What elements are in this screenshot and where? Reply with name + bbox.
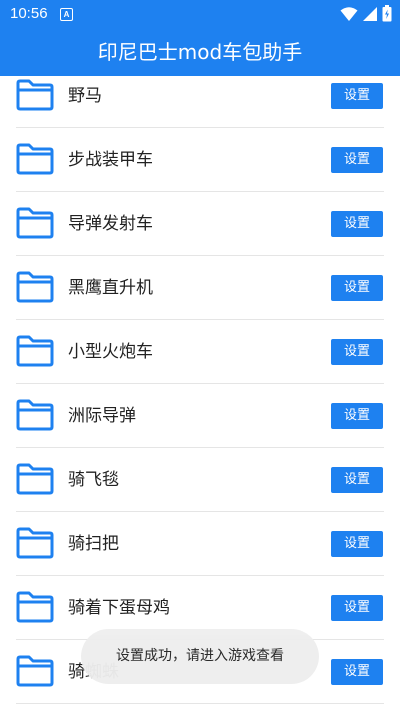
list-item-label: 骑着下蛋母鸡 — [68, 598, 170, 618]
app-bar: 10:56 A 印尼巴士mod车包助手 — [0, 0, 400, 76]
list-item-label: 骑扫把 — [68, 534, 119, 554]
list-item-label: 野马 — [68, 86, 102, 106]
vehicle-list-content: 野马 设置 步战装甲车 设置 导弹发射车 设置 黑鹰直升机 设置 小型火炮车 设… — [0, 76, 400, 704]
list-item: 野马 设置 — [0, 76, 400, 128]
folder-icon — [16, 271, 54, 303]
divider — [16, 703, 384, 704]
toast-message: 设置成功，请进入游戏查看 — [81, 629, 319, 684]
folder-icon — [16, 79, 54, 111]
set-button[interactable]: 设置 — [331, 83, 383, 109]
set-button[interactable]: 设置 — [331, 339, 383, 365]
notification-icon: A — [60, 8, 73, 21]
list-item-label: 导弹发射车 — [68, 214, 153, 234]
list-item-label: 步战装甲车 — [68, 150, 153, 170]
folder-icon — [16, 463, 54, 495]
folder-icon — [16, 207, 54, 239]
app-title: 印尼巴士mod车包助手 — [97, 40, 303, 64]
set-button[interactable]: 设置 — [331, 595, 383, 621]
vehicle-list[interactable]: 野马 设置 步战装甲车 设置 导弹发射车 设置 黑鹰直升机 设置 小型火炮车 设… — [0, 76, 400, 711]
folder-icon — [16, 143, 54, 175]
status-bar: 10:56 A — [0, 0, 400, 28]
folder-icon — [16, 527, 54, 559]
list-item: 小型火炮车 设置 — [0, 320, 400, 384]
folder-icon — [16, 399, 54, 431]
folder-icon — [16, 591, 54, 623]
set-button[interactable]: 设置 — [331, 659, 383, 685]
set-button[interactable]: 设置 — [331, 467, 383, 493]
list-item-label: 骑飞毯 — [68, 470, 119, 490]
folder-icon — [16, 655, 54, 687]
signal-icon — [363, 7, 377, 21]
set-button[interactable]: 设置 — [331, 211, 383, 237]
list-item: 骑扫把 设置 — [0, 512, 400, 576]
list-item: 导弹发射车 设置 — [0, 192, 400, 256]
list-item: 骑飞毯 设置 — [0, 448, 400, 512]
set-button[interactable]: 设置 — [331, 531, 383, 557]
list-item-label: 小型火炮车 — [68, 342, 153, 362]
set-button[interactable]: 设置 — [331, 147, 383, 173]
list-item-label: 黑鹰直升机 — [68, 278, 153, 298]
set-button[interactable]: 设置 — [331, 403, 383, 429]
list-item: 洲际导弹 设置 — [0, 384, 400, 448]
list-item: 黑鹰直升机 设置 — [0, 256, 400, 320]
status-time: 10:56 — [10, 5, 48, 22]
list-item: 步战装甲车 设置 — [0, 128, 400, 192]
battery-icon — [382, 5, 392, 22]
set-button[interactable]: 设置 — [331, 275, 383, 301]
wifi-icon — [340, 7, 358, 21]
folder-icon — [16, 335, 54, 367]
list-item-label: 洲际导弹 — [68, 406, 136, 426]
